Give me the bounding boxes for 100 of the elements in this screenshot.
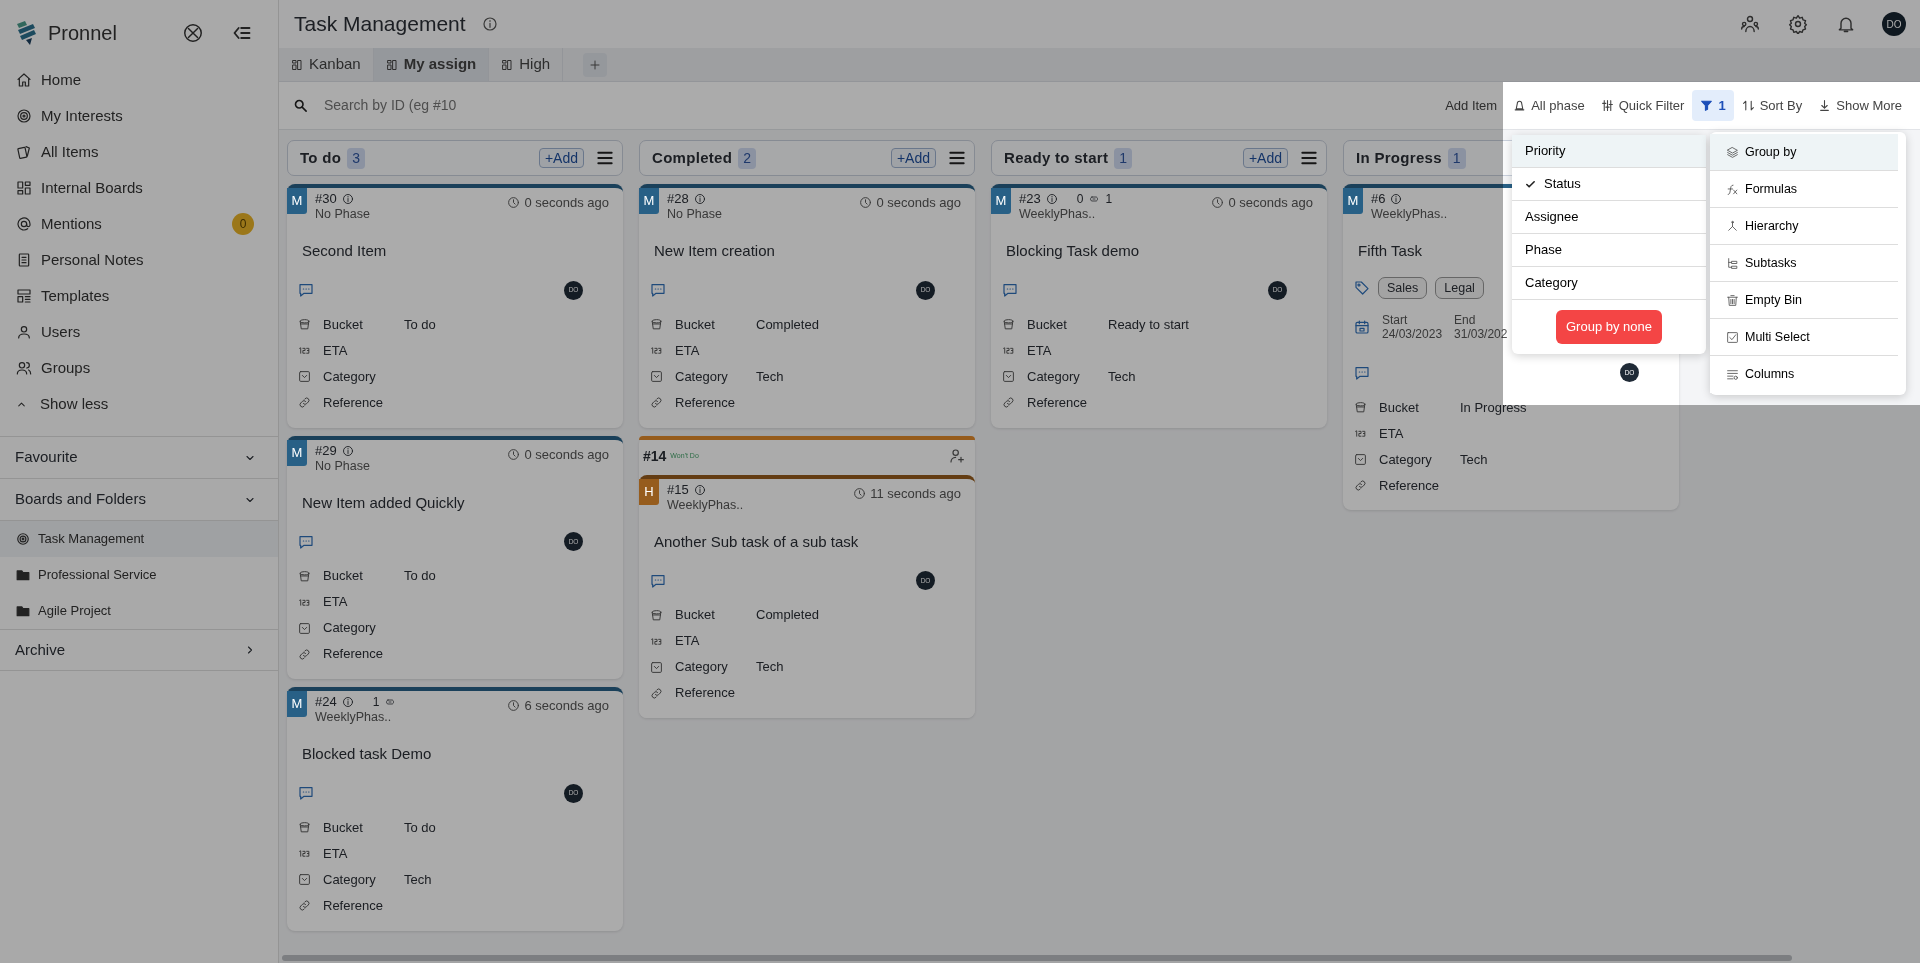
sidebar-item[interactable]: Users xyxy=(0,314,278,350)
info-icon xyxy=(693,193,706,205)
phase-button[interactable]: All phase xyxy=(1505,89,1593,122)
view-tab[interactable]: My assign xyxy=(373,48,490,81)
sliders-icon xyxy=(1600,99,1614,112)
menu-item[interactable]: Formulas xyxy=(1710,171,1898,208)
logo-icon xyxy=(14,20,38,46)
menu-item[interactable]: Category xyxy=(1512,267,1706,300)
filter-button[interactable]: 1 xyxy=(1692,89,1734,122)
sidebar-item[interactable]: Home xyxy=(0,62,278,98)
clock-icon xyxy=(507,699,521,713)
field-value: Tech xyxy=(1460,450,1488,469)
card-title: New Item creation xyxy=(654,242,775,259)
link-icon xyxy=(650,396,663,409)
item-count: 2 xyxy=(738,147,756,169)
section-header[interactable]: Favourite xyxy=(0,436,278,478)
menu-icon[interactable] xyxy=(948,149,966,167)
sort-icon xyxy=(1741,99,1755,112)
users-icon xyxy=(16,360,32,376)
menu-item[interactable]: Priority xyxy=(1512,135,1706,168)
add-button[interactable]: Add Item xyxy=(1437,89,1506,122)
card-title: Blocking Task demo xyxy=(1006,242,1140,259)
menu-item[interactable]: Subtasks xyxy=(1710,245,1898,282)
board-item[interactable]: Professional Service xyxy=(0,557,278,593)
target-icon xyxy=(16,108,32,124)
field-value: Completed xyxy=(756,606,819,625)
add-item-button[interactable]: +Add xyxy=(538,148,584,168)
notes-icon xyxy=(16,252,32,268)
group-by-none-button[interactable]: Group by none xyxy=(1556,310,1662,344)
field-label: Reference xyxy=(1379,476,1440,495)
sidebar-item[interactable]: Groups xyxy=(0,350,278,386)
time-ago: 6 seconds ago xyxy=(524,697,609,715)
section-header[interactable]: Boards and Folders xyxy=(0,478,278,520)
menu-icon[interactable] xyxy=(1300,149,1318,167)
sliders-button[interactable]: Quick Filter xyxy=(1592,89,1693,122)
field-value: In Progress xyxy=(1460,398,1527,417)
menu-item[interactable]: Phase xyxy=(1512,234,1706,267)
sidebar-item[interactable]: Mentions 0 xyxy=(0,206,278,242)
field-label: Reference xyxy=(323,645,384,664)
menu-item[interactable]: Assignee xyxy=(1512,201,1706,234)
field-value: Tech xyxy=(756,658,784,677)
menu-item[interactable]: Group by xyxy=(1710,134,1898,171)
sidebar-item[interactable]: All Items xyxy=(0,134,278,170)
user-avatar[interactable]: DO xyxy=(1882,12,1906,36)
clock-icon xyxy=(1211,196,1225,210)
comment-icon xyxy=(650,572,666,589)
priority-badge: M xyxy=(991,188,1011,214)
show-less-toggle[interactable]: Show less xyxy=(0,386,278,422)
field-label: Category xyxy=(1379,450,1433,469)
time-ago: 11 seconds ago xyxy=(870,484,961,503)
blocking-count: 1 xyxy=(1105,191,1113,207)
card-title: Blocked task Demo xyxy=(302,745,432,762)
menu-icon[interactable] xyxy=(596,149,614,167)
menu-item[interactable]: Multi Select xyxy=(1710,319,1898,356)
add-user-icon[interactable] xyxy=(949,448,965,464)
view-tab[interactable]: Kanban xyxy=(279,48,374,81)
comment-icon xyxy=(1002,282,1018,298)
column-title: Ready to start xyxy=(1004,147,1109,168)
board-item[interactable]: Agile Project xyxy=(0,593,278,629)
dropdown-icon xyxy=(1354,452,1367,466)
info-icon xyxy=(481,16,498,32)
view-tab[interactable]: High xyxy=(489,48,564,81)
people-icon[interactable] xyxy=(1740,14,1760,34)
section-header[interactable]: Archive xyxy=(0,629,278,671)
link-icon xyxy=(1002,396,1015,409)
search-field[interactable]: Search by ID (eg #10 xyxy=(322,94,462,117)
item-count: 3 xyxy=(347,147,365,169)
field-label: ETA xyxy=(323,341,349,360)
time-ago: 0 seconds ago xyxy=(876,194,961,212)
brand-name: Pronnel xyxy=(48,21,118,46)
menu-item[interactable]: Status xyxy=(1512,168,1706,201)
info-icon xyxy=(341,696,354,708)
settings-icon[interactable] xyxy=(1788,14,1808,34)
field-label: Category xyxy=(675,658,729,677)
sidebar-item[interactable]: Internal Boards xyxy=(0,170,278,206)
info-icon xyxy=(1045,193,1058,205)
board-item[interactable]: Task Management xyxy=(0,521,278,557)
item-id: #23 xyxy=(1019,191,1041,207)
time-ago: 0 seconds ago xyxy=(524,445,609,464)
card-title: Fifth Task xyxy=(1358,242,1422,259)
sidebar-item[interactable]: Templates xyxy=(0,278,278,314)
scrollbar[interactable] xyxy=(282,955,1792,961)
compass-icon[interactable] xyxy=(182,22,204,44)
more-button[interactable]: Show More xyxy=(1810,89,1910,122)
menu-item[interactable]: Empty Bin xyxy=(1710,282,1898,319)
add-item-button[interactable]: +Add xyxy=(890,148,936,168)
add-item-button[interactable]: +Add xyxy=(1242,148,1288,168)
subtasks-icon xyxy=(1726,256,1739,270)
menu-item[interactable]: Hierarchy xyxy=(1710,208,1898,245)
field-label: ETA xyxy=(675,341,701,360)
field-label: Bucket xyxy=(675,606,716,625)
comment-icon xyxy=(298,282,314,298)
bucket-icon xyxy=(650,318,663,331)
info-icon xyxy=(341,193,354,205)
item-id: #6 xyxy=(1371,191,1386,207)
sort-button[interactable]: Sort By xyxy=(1733,89,1811,122)
field-value: To do xyxy=(404,315,436,334)
sidebar-item[interactable]: My Interests xyxy=(0,98,278,134)
blocked-count: 0 xyxy=(1076,191,1084,207)
sidebar-item[interactable]: Personal Notes xyxy=(0,242,278,278)
